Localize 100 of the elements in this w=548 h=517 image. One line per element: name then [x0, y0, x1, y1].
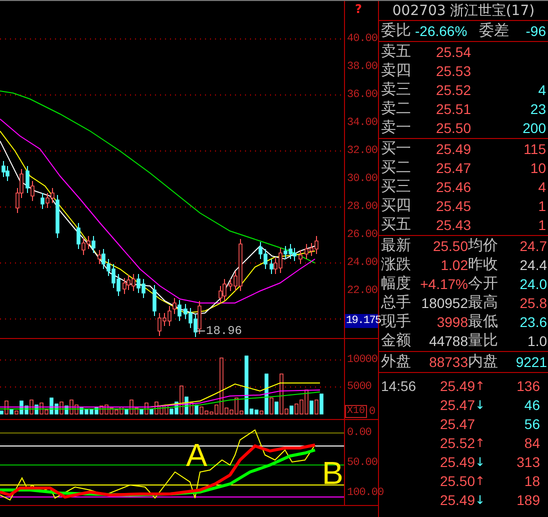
tick-price: 25.52 [438, 434, 475, 450]
indicator-axis-label: 50.00 [347, 457, 378, 469]
price-axis-label: 36.00 [347, 89, 378, 101]
quote-level-label: 卖二 [381, 99, 412, 118]
order-ratio-value: -26.66% [415, 22, 468, 38]
price-axis-label: 26.00 [347, 229, 378, 241]
quote-price: 25.47 [434, 160, 471, 176]
price-axis-label: 40.00 [347, 33, 378, 45]
quote-price: 25.51 [434, 100, 471, 116]
quote-price: 25.52 [434, 82, 471, 98]
tick-direction-arrow: ↑ [475, 378, 486, 392]
quote-volume: 4 [537, 82, 547, 98]
stat-label: 总手 [381, 293, 412, 312]
tick-volume: 189 [516, 492, 541, 508]
quote-level-label: 卖四 [381, 61, 412, 80]
quote-volume: 4 [537, 178, 547, 194]
tick-price: 25.50 [438, 472, 475, 488]
tick-direction-arrow: ↑ [475, 474, 486, 488]
quote-volume: 1 [537, 216, 547, 232]
order-diff-value: -96 [524, 22, 547, 38]
stat-value: 3998 [436, 314, 468, 330]
stat-label: 最高 [468, 293, 499, 312]
stat-value: +4.17% [419, 276, 468, 292]
quote-price: 25.43 [434, 216, 471, 232]
quote-level-label: 买一 [381, 139, 412, 158]
price-axis-label: 22.00 [347, 285, 378, 297]
stat-label: 均价 [468, 236, 499, 255]
quote-price: 25.53 [434, 62, 471, 78]
stat-value: 24.7 [518, 238, 548, 254]
stat-label: 涨跌 [381, 255, 412, 274]
tick-volume: 136 [516, 378, 541, 394]
tick-time: 14:56 [381, 378, 418, 394]
price-axis-label: 38.00 [347, 61, 378, 73]
help-marker[interactable]: ? [355, 2, 362, 16]
price-axis-label: 30.00 [347, 173, 378, 185]
stat-value: 23.6 [518, 314, 548, 330]
tick-direction-arrow: ↓ [475, 454, 486, 468]
stat-label: 幅度 [381, 274, 412, 293]
quote-volume: 200 [522, 120, 547, 136]
stat-value: 25.8 [518, 294, 548, 310]
order-ratio-label: 委比 [381, 21, 412, 40]
price-axis-label: 28.00 [347, 201, 378, 213]
order-diff-label: 委差 [479, 21, 510, 40]
stat-label: 现手 [381, 312, 412, 331]
quote-price: 25.49 [434, 140, 471, 156]
stat-label: 量比 [468, 331, 499, 350]
quote-volume: 23 [529, 100, 547, 116]
quote-volume: 10 [529, 160, 547, 176]
stat-value: 1.0 [526, 332, 548, 348]
annotation-label: A [186, 439, 208, 471]
tick-price: 25.49 [438, 378, 475, 394]
quote-price: 25.45 [434, 198, 471, 214]
tick-direction-arrow: ↓ [475, 398, 486, 412]
quote-price: 25.50 [434, 120, 471, 136]
tick-volume: 313 [516, 454, 541, 470]
stat-label: 最新 [381, 236, 412, 255]
outer-volume-label: 外盘 [381, 352, 412, 371]
volume-axis-label: 10000 [347, 354, 378, 366]
inner-volume-value: 9221 [514, 354, 548, 370]
quote-price: 25.46 [434, 178, 471, 194]
tick-volume: 18 [523, 472, 541, 488]
volume-axis-label: 5000 [347, 381, 372, 393]
tick-price: 25.49 [438, 454, 475, 470]
tick-direction-arrow: ↓ [475, 492, 486, 506]
stat-value: 44788 [428, 332, 468, 348]
price-axis-label: 24.00 [347, 257, 378, 269]
stock-name: 浙江世宝(17) [450, 2, 535, 20]
tick-volume: 56 [523, 416, 541, 432]
quote-level-label: 卖一 [381, 118, 412, 137]
price-axis-label: 32.00 [347, 145, 378, 157]
price-axis-label: 34.00 [347, 117, 378, 129]
stat-value: 180952 [420, 294, 468, 310]
quote-level-label: 买二 [381, 158, 412, 177]
stat-value: 24.4 [518, 256, 548, 272]
tick-price: 25.49 [438, 492, 475, 508]
stat-label: 昨收 [468, 255, 499, 274]
outer-volume-value: 88733 [428, 354, 468, 370]
quote-level-label: 买五 [381, 215, 412, 234]
tick-price: 25.47 [438, 416, 475, 432]
stat-value: 25.50 [432, 238, 468, 254]
quote-level-label: 买三 [381, 177, 412, 196]
stat-label: 今开 [468, 274, 499, 293]
annotation-label: B [322, 457, 344, 489]
tick-direction-arrow: ↑ [475, 436, 486, 450]
stock-code: 002703 [392, 2, 446, 18]
tick-volume: 46 [523, 396, 541, 412]
quote-level-label: 卖三 [381, 80, 412, 99]
candlestick [298, 250, 302, 264]
stat-value: 24.0 [518, 276, 548, 292]
volume-unit-label: X10 [345, 405, 368, 418]
quote-level-label: 卖五 [381, 42, 412, 61]
quote-price: 25.54 [434, 44, 471, 60]
quote-volume: 115 [522, 140, 547, 156]
stat-label: 最低 [468, 312, 499, 331]
tick-volume: 84 [523, 434, 541, 450]
quote-volume: 1 [537, 198, 547, 214]
indicator-axis-label: 0.00 [347, 427, 372, 439]
tick-price: 25.47 [438, 396, 475, 412]
stat-value: 1.02 [440, 256, 468, 272]
inner-volume-label: 内盘 [468, 352, 499, 371]
